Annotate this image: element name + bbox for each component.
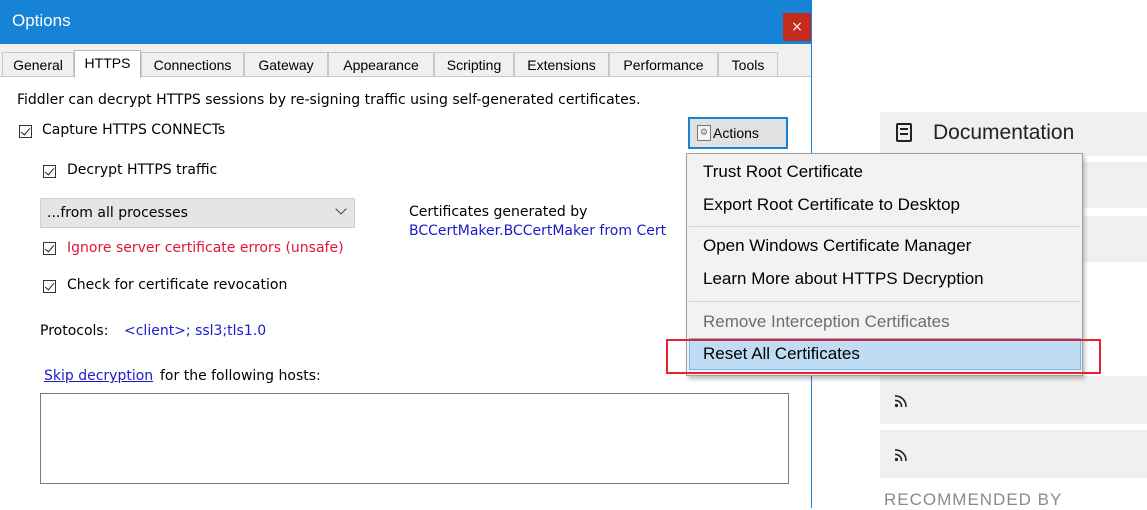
close-button[interactable]: ×	[783, 13, 811, 41]
documentation-label: Documentation	[933, 121, 1075, 144]
process-filter-value: ...from all processes	[47, 205, 188, 221]
ignore-errors-checkbox[interactable]	[43, 242, 56, 255]
title-bar[interactable]: Options ×	[0, 0, 811, 44]
rss-icon	[894, 449, 907, 462]
tab-tools[interactable]: Tools	[718, 52, 778, 76]
capture-connects-label: Capture HTTPS CONNECTs	[42, 122, 226, 138]
process-filter-dropdown[interactable]: ...from all processes	[40, 198, 355, 228]
document-icon	[896, 123, 912, 142]
capture-connects-checkbox[interactable]	[19, 125, 32, 138]
rss-feed-row[interactable]	[880, 376, 1147, 424]
check-revocation-label: Check for certificate revocation	[67, 277, 288, 293]
recommended-heading: RECOMMENDED BY	[884, 490, 1063, 509]
tab-connections[interactable]: Connections	[141, 52, 244, 76]
https-description: Fiddler can decrypt HTTPS sessions by re…	[17, 92, 641, 108]
window-title: Options	[12, 11, 71, 30]
tab-https[interactable]: HTTPS	[74, 50, 141, 78]
certs-generated-label: Certificates generated by	[409, 204, 588, 220]
cert-maker-link[interactable]: BCCertMaker.BCCertMaker from Cert	[409, 223, 666, 239]
menu-item-trust-root[interactable]: Trust Root Certificate	[703, 162, 863, 182]
menu-item-export-root[interactable]: Export Root Certificate to Desktop	[703, 195, 960, 215]
decrypt-traffic-label: Decrypt HTTPS traffic	[67, 162, 218, 178]
protocols-link[interactable]: <client>; ssl3;tls1.0	[124, 323, 266, 339]
tab-extensions[interactable]: Extensions	[514, 52, 609, 76]
menu-item-open-cert-manager[interactable]: Open Windows Certificate Manager	[703, 236, 971, 256]
protocols-label: Protocols:	[40, 323, 109, 339]
menu-item-learn-more[interactable]: Learn More about HTTPS Decryption	[703, 269, 984, 289]
close-icon: ×	[791, 19, 803, 35]
tab-performance[interactable]: Performance	[609, 52, 718, 76]
skip-decryption-link[interactable]: Skip decryption	[44, 368, 153, 384]
check-revocation-checkbox[interactable]	[43, 280, 56, 293]
tab-scripting[interactable]: Scripting	[434, 52, 514, 76]
callout-highlight-box	[666, 339, 1101, 374]
actions-label: Actions	[713, 125, 759, 141]
chevron-down-icon	[335, 203, 347, 215]
actions-button[interactable]: ⚙ Actions	[688, 117, 788, 149]
tab-strip: General HTTPS Connections Gateway Appear…	[0, 50, 811, 78]
skip-hosts-textarea[interactable]	[40, 393, 789, 484]
decrypt-traffic-checkbox[interactable]	[43, 165, 56, 178]
rss-feed-row[interactable]	[880, 430, 1147, 478]
gear-icon: ⚙	[697, 125, 711, 141]
skip-decryption-suffix: for the following hosts:	[160, 368, 321, 384]
ignore-errors-label: Ignore server certificate errors (unsafe…	[67, 240, 344, 256]
documentation-link[interactable]: Documentation	[880, 112, 1147, 156]
tab-gateway[interactable]: Gateway	[244, 52, 328, 76]
tab-general[interactable]: General	[2, 52, 74, 76]
tab-appearance[interactable]: Appearance	[328, 52, 434, 76]
rss-icon	[894, 395, 907, 408]
menu-separator	[689, 301, 1080, 302]
menu-item-remove-certs: Remove Interception Certificates	[703, 312, 950, 331]
menu-separator	[689, 226, 1080, 227]
